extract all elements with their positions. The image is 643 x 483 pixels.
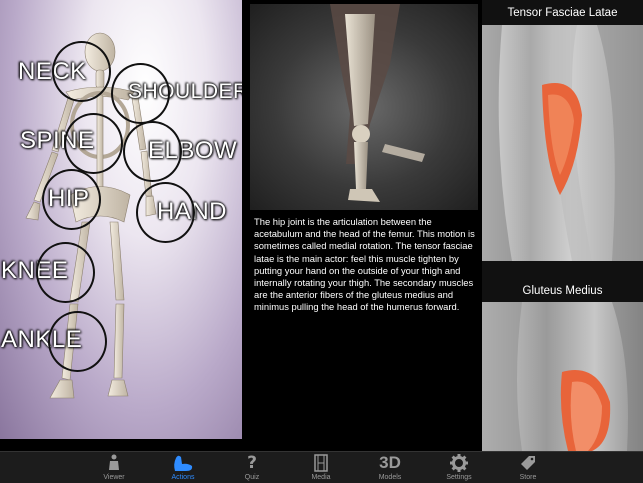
tab-viewer[interactable]: Viewer [79, 452, 149, 483]
joint-ring-neck[interactable] [52, 41, 111, 102]
foot-icon [148, 454, 218, 472]
joint-ring-elbow[interactable] [123, 121, 182, 182]
3d-icon: 3D [379, 453, 401, 472]
joint-ring-knee[interactable] [36, 242, 95, 303]
hip-rotation-animation[interactable] [250, 4, 478, 210]
tab-settings[interactable]: Settings [424, 452, 494, 483]
tab-media[interactable]: Media [286, 452, 356, 483]
muscle-title-primary: Tensor Fasciae Latae [507, 7, 618, 19]
leg-model-image [330, 4, 425, 202]
skeleton-panel: NECK SHOULDER SPINE ELBOW HIP HAND KNEE … [0, 0, 242, 439]
tab-store[interactable]: Store [493, 452, 563, 483]
tensor-fasciae-latae-image [482, 25, 643, 261]
joint-ring-ankle[interactable] [48, 311, 107, 372]
film-icon [286, 454, 356, 472]
action-description: The hip joint is the articulation betwee… [254, 216, 475, 313]
tab-quiz[interactable]: ? Quiz [217, 452, 287, 483]
muscle-image-primary[interactable] [482, 25, 643, 261]
joint-ring-spine[interactable] [64, 113, 123, 174]
question-icon: ? [247, 453, 257, 473]
joint-ring-shoulder[interactable] [111, 63, 170, 124]
joint-ring-hand[interactable] [136, 182, 195, 243]
gluteus-medius-image [482, 302, 643, 451]
person-icon [79, 454, 149, 472]
tab-bar: Viewer Actions ? Quiz Media 3D Models Se… [0, 451, 643, 483]
tag-icon [493, 454, 563, 472]
tab-models[interactable]: 3D Models [355, 452, 425, 483]
joint-ring-hip[interactable] [42, 169, 101, 230]
muscle-title-secondary: Gluteus Medius [522, 285, 603, 297]
tab-actions[interactable]: Actions [148, 452, 218, 483]
gear-icon [424, 454, 494, 472]
muscle-image-secondary[interactable] [482, 302, 643, 451]
muscle-panel: Tensor Fasciae Latae Gluteus Medius [482, 0, 643, 451]
action-detail-panel: The hip joint is the articulation betwee… [246, 0, 482, 439]
